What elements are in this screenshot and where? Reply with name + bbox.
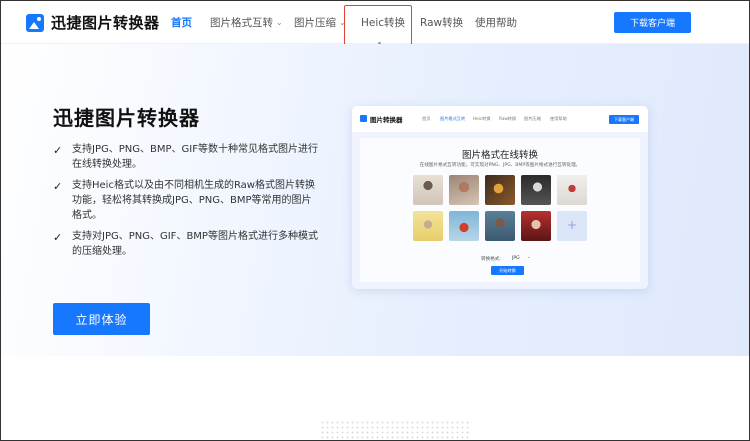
logo[interactable]: 迅捷图片转换器 xyxy=(26,12,160,33)
nav-item-format-convert[interactable]: 图片格式互转 ⌄ xyxy=(210,15,283,30)
mockup-card: 图片格式在线转换 在线图片格式互转功能，可实现对PNG、JPG、BMP等图片格式… xyxy=(360,138,640,282)
nav-item-home[interactable]: 首页 xyxy=(171,15,192,30)
product-mockup: 图片转换器 首页 图片格式互转 Heic转换 Raw转换 图片压缩 使用帮助 下… xyxy=(352,106,648,289)
feature-list: ✓ 支持JPG、PNG、BMP、GIF等数十种常见格式图片进行在线转换处理。 ✓… xyxy=(53,142,321,265)
sample-photo xyxy=(521,211,551,241)
logo-text: 迅捷图片转换器 xyxy=(51,14,160,32)
mockup-logo-text: 图片转换器 xyxy=(370,116,403,124)
chevron-down-icon: ⌄ xyxy=(276,18,283,27)
sample-photo xyxy=(557,175,587,205)
nav-item-help[interactable]: 使用帮助 xyxy=(475,15,517,30)
try-now-button[interactable]: 立即体验 xyxy=(53,303,150,335)
check-icon: ✓ xyxy=(53,144,63,157)
mockup-nav: 图片转换器 首页 图片格式互转 Heic转换 Raw转换 图片压缩 使用帮助 下… xyxy=(352,106,648,132)
mockup-subtitle: 在线图片格式互转功能，可实现对PNG、JPG、BMP等图片格式进行互转处理。 xyxy=(419,163,581,168)
chevron-down-icon: ⌄ xyxy=(527,255,531,260)
feature-item: ✓ 支持对JPG、PNG、GIF、BMP等图片格式进行多种模式的压缩处理。 xyxy=(53,229,321,259)
mockup-format-label: 转换格式: xyxy=(481,257,501,262)
add-image-icon: + xyxy=(557,211,587,241)
hero-title: 迅捷图片转换器 xyxy=(53,106,200,130)
mockup-download-button: 下载客户端 xyxy=(609,115,639,124)
sample-photo xyxy=(449,175,479,205)
mockup-title: 图片格式在线转换 xyxy=(461,150,538,161)
nav-item-label: 图片格式互转 xyxy=(210,17,273,29)
sample-photo xyxy=(485,211,515,241)
feature-item: ✓ 支持Heic格式以及由不同相机生成的Raw格式图片转换功能，轻松将其转换成J… xyxy=(53,178,321,223)
highlight-box xyxy=(344,5,412,45)
mockup-logo-icon xyxy=(360,115,367,122)
nav-item-label: 图片压缩 xyxy=(294,17,336,29)
download-client-button[interactable]: 下载客户端 xyxy=(614,12,691,33)
mockup-start-button: 开始转换 xyxy=(491,266,524,275)
image-logo-icon xyxy=(26,13,44,32)
mockup-nav-item: Raw转换 xyxy=(499,116,517,121)
sample-photo xyxy=(485,175,515,205)
mockup-nav-item: 图片格式互转 xyxy=(440,116,466,121)
sample-photo xyxy=(521,175,551,205)
nav-item-compress[interactable]: 图片压缩 ⌄ xyxy=(294,15,346,30)
check-icon: ✓ xyxy=(53,180,63,193)
hero-section: 迅捷图片转换器 ✓ 支持JPG、PNG、BMP、GIF等数十种常见格式图片进行在… xyxy=(0,44,750,356)
mockup-nav-item: 使用帮助 xyxy=(550,116,567,121)
nav-item-raw[interactable]: Raw转换 xyxy=(420,15,463,30)
sample-photo xyxy=(449,211,479,241)
feature-text: 支持Heic格式以及由不同相机生成的Raw格式图片转换功能，轻松将其转换成JPG… xyxy=(72,180,315,221)
sample-photo xyxy=(413,211,443,241)
feature-item: ✓ 支持JPG、PNG、BMP、GIF等数十种常见格式图片进行在线转换处理。 xyxy=(53,142,321,172)
decorative-dots xyxy=(320,420,470,441)
check-icon: ✓ xyxy=(53,231,63,244)
feature-text: 支持JPG、PNG、BMP、GIF等数十种常见格式图片进行在线转换处理。 xyxy=(72,144,318,170)
feature-text: 支持对JPG、PNG、GIF、BMP等图片格式进行多种模式的压缩处理。 xyxy=(72,231,318,257)
mockup-nav-item: 图片压缩 xyxy=(524,116,541,121)
mockup-nav-item: Heic转换 xyxy=(473,116,491,121)
sample-photo xyxy=(413,175,443,205)
mockup-format-value: JPG xyxy=(512,256,520,261)
mockup-nav-item: 首页 xyxy=(422,116,431,121)
